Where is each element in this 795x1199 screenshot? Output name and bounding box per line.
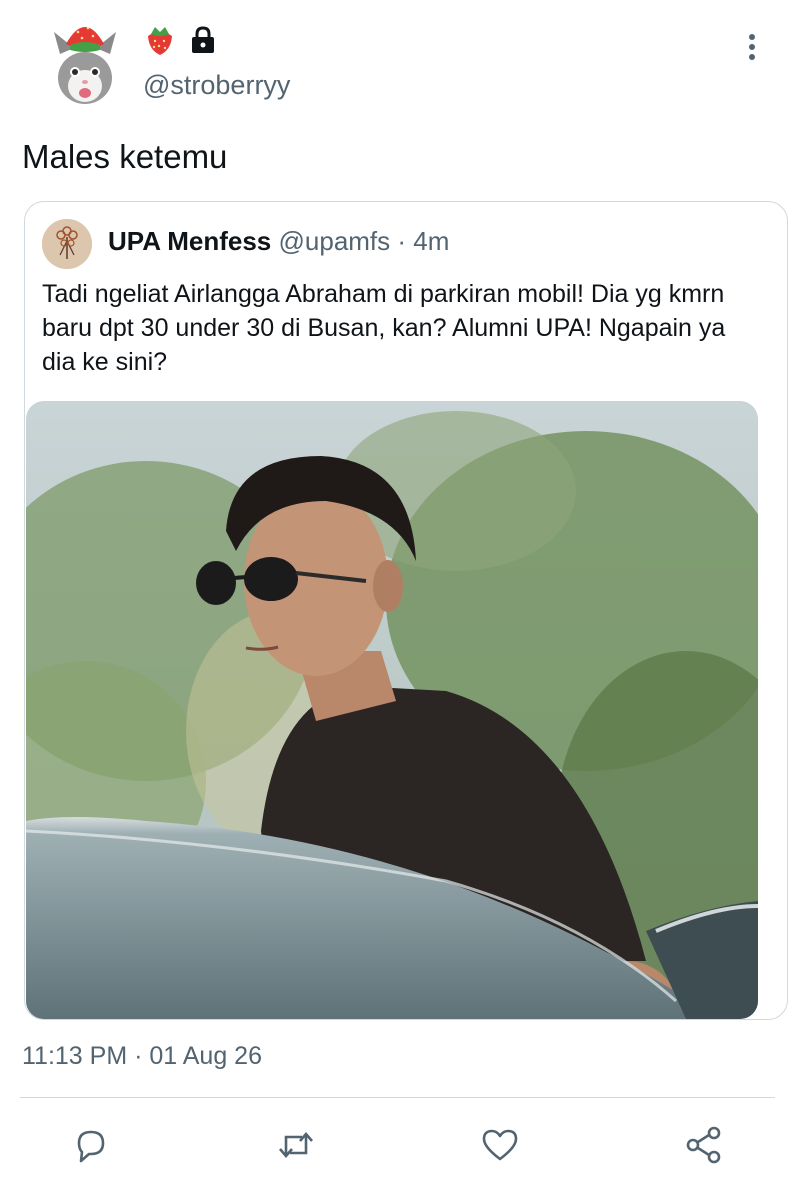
tweet-text: Males ketemu xyxy=(22,138,228,175)
like-icon[interactable] xyxy=(480,1125,520,1165)
strawberry-emoji-icon xyxy=(145,24,175,61)
vertical-dots-icon[interactable] xyxy=(740,30,764,66)
divider xyxy=(20,1097,775,1098)
name-badges xyxy=(145,24,217,61)
quoted-header: UPA Menfess @upamfs · 4m xyxy=(108,226,449,257)
tweet-timestamp: 11:13 PM · 01 Aug 26 xyxy=(22,1042,262,1070)
share-icon[interactable] xyxy=(684,1125,724,1165)
quoted-username[interactable]: @upamfs xyxy=(279,226,391,256)
quoted-tweet-photo[interactable] xyxy=(26,401,758,1019)
separator-dot: · xyxy=(390,226,414,256)
lock-icon xyxy=(189,26,217,59)
user-handle[interactable]: @stroberryy xyxy=(143,70,290,101)
quoted-display-name[interactable]: UPA Menfess xyxy=(108,226,271,256)
quoted-avatar[interactable] xyxy=(42,219,92,269)
retweet-icon[interactable] xyxy=(276,1125,316,1165)
reply-icon[interactable] xyxy=(71,1125,111,1165)
quoted-time[interactable]: 4m xyxy=(413,226,449,256)
quoted-tweet-text: Tadi ngeliat Airlangga Abraham di parkir… xyxy=(42,280,726,376)
profile-avatar[interactable] xyxy=(48,14,122,110)
